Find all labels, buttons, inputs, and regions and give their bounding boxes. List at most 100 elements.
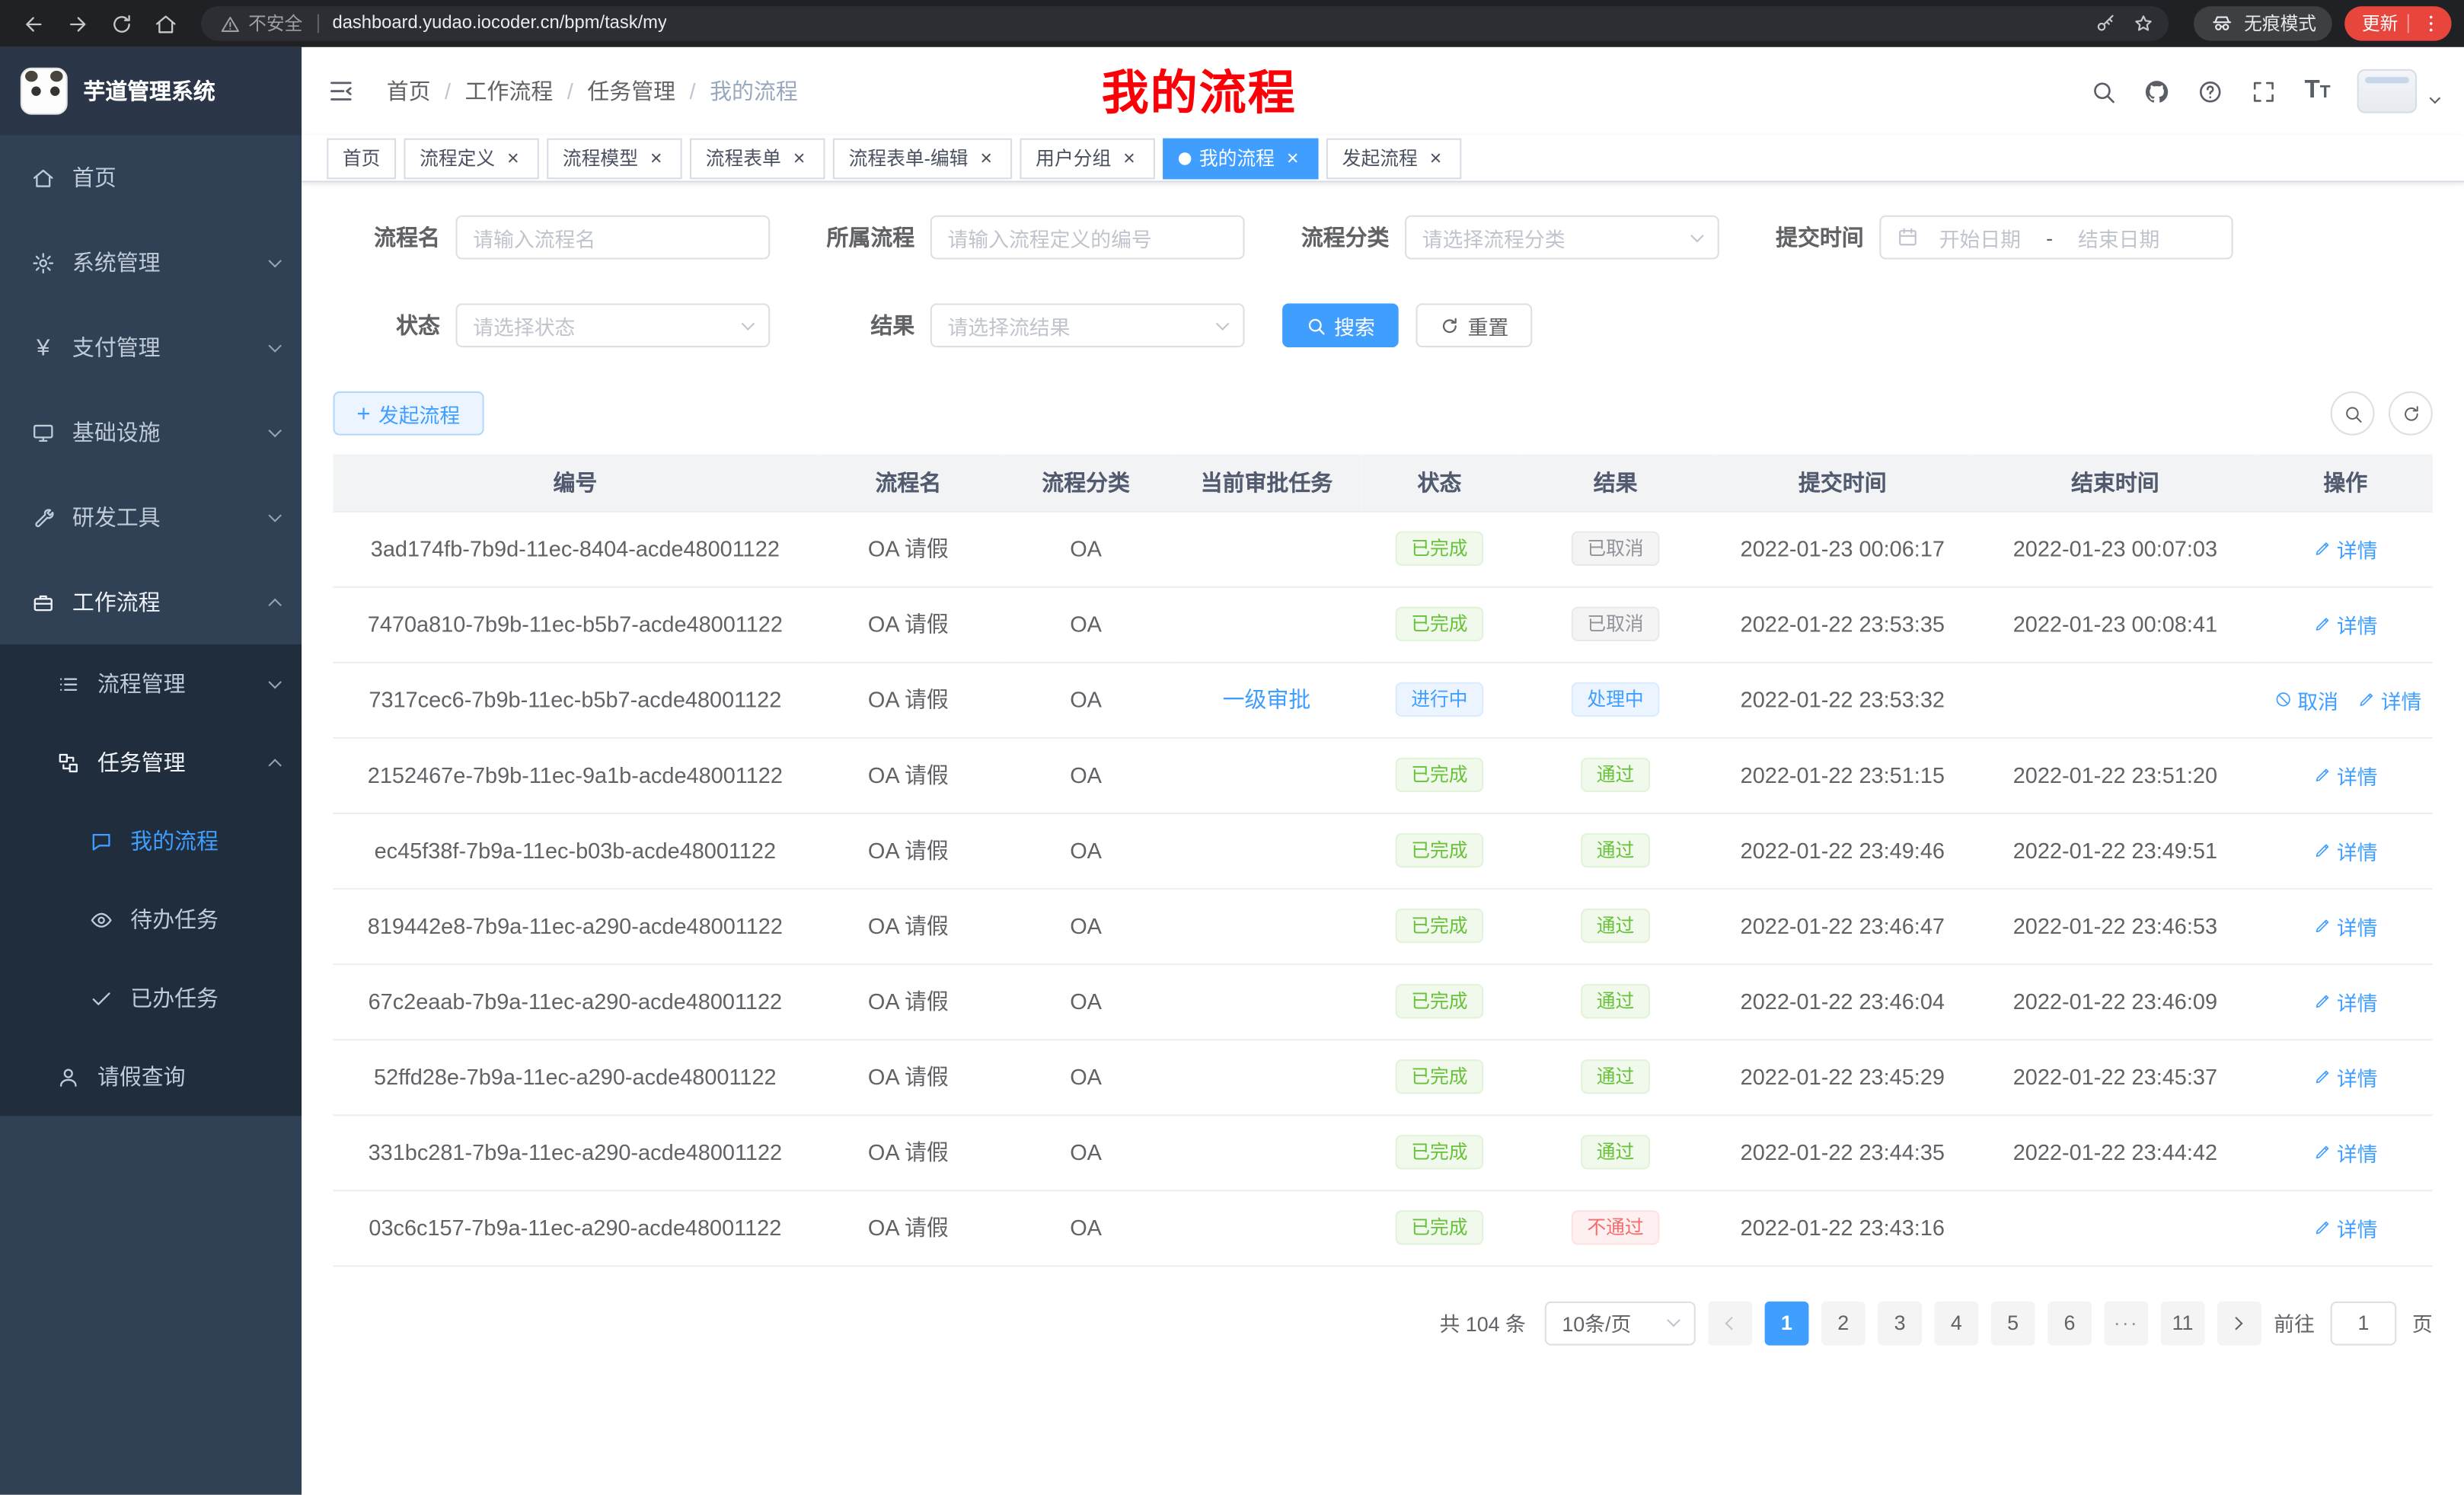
sidebar-item-基础设施[interactable]: 基础设施 — [0, 390, 302, 474]
address-bar[interactable]: 不安全 dashboard.yudao.iocoder.cn/bpm/task/… — [201, 6, 2169, 40]
close-icon[interactable]: × — [1119, 148, 1140, 168]
close-icon[interactable]: × — [503, 148, 523, 168]
page-size-select[interactable]: 10条/页 — [1545, 1301, 1696, 1345]
browser-menu-icon[interactable] — [2418, 5, 2443, 43]
browser-home-icon[interactable] — [145, 5, 186, 43]
incognito-badge[interactable]: 无痕模式 — [2194, 6, 2332, 40]
detail-link[interactable]: 详情 — [2313, 986, 2378, 1016]
cell-process-name: OA 请假 — [817, 586, 999, 662]
detail-link[interactable]: 详情 — [2357, 685, 2422, 714]
detail-link[interactable]: 详情 — [2313, 534, 2378, 564]
detail-link[interactable]: 详情 — [2313, 1212, 2378, 1242]
detail-link[interactable]: 详情 — [2313, 911, 2378, 941]
category-select[interactable]: 请选择流程分类 — [1405, 216, 1719, 260]
reset-button[interactable]: 重置 — [1416, 303, 1533, 347]
sidebar-toggle-icon[interactable] — [327, 77, 368, 105]
fullscreen-icon[interactable] — [2251, 78, 2277, 104]
sidebar-item-待办任务[interactable]: 待办任务 — [0, 880, 302, 959]
sidebar-item-研发工具[interactable]: 研发工具 — [0, 474, 302, 559]
close-icon[interactable]: × — [646, 148, 666, 168]
sidebar-item-首页[interactable]: 首页 — [0, 135, 302, 219]
page-button-3[interactable]: 3 — [1878, 1301, 1922, 1345]
page-button-11[interactable]: 11 — [2161, 1301, 2205, 1345]
status-tag: 已完成 — [1396, 984, 1484, 1018]
tab-流程表单[interactable]: 流程表单× — [690, 138, 825, 179]
close-icon[interactable]: × — [1425, 148, 1446, 168]
chat-icon — [88, 829, 115, 853]
process-table: 编号流程名流程分类当前审批任务状态结果提交时间结束时间操作 3ad174fb-7… — [334, 454, 2433, 1266]
result-select[interactable]: 请选择流结果 — [930, 303, 1245, 347]
password-key-icon[interactable] — [2087, 5, 2125, 43]
close-icon[interactable]: × — [1282, 148, 1303, 168]
help-icon[interactable] — [2197, 78, 2224, 104]
bookmark-star-icon[interactable] — [2124, 5, 2162, 43]
security-status[interactable]: 不安全 — [217, 5, 302, 43]
detail-link[interactable]: 详情 — [2313, 1137, 2378, 1167]
font-size-icon[interactable]: TT — [2305, 78, 2331, 104]
chevron-right-icon — [2230, 1316, 2244, 1330]
column-header-结束时间: 结束时间 — [1972, 454, 2258, 510]
next-page-button[interactable] — [2217, 1301, 2261, 1345]
tab-首页[interactable]: 首页 — [327, 138, 396, 179]
header-search-icon[interactable] — [2091, 78, 2118, 104]
submit-time-range-picker[interactable]: 开始日期 - 结束日期 — [1879, 216, 2233, 260]
cell-end-time: 2022-01-22 23:44:42 — [1972, 1114, 2258, 1190]
current-task-link[interactable]: 一级审批 — [1223, 687, 1311, 712]
page-button-2[interactable]: 2 — [1821, 1301, 1866, 1345]
prev-page-button[interactable] — [1708, 1301, 1752, 1345]
breadcrumb-item-home[interactable]: 首页 — [387, 75, 431, 107]
page-jump-input[interactable] — [2331, 1301, 2397, 1345]
process-id-input[interactable]: 请输入流程定义的编号 — [930, 216, 1245, 260]
sidebar-item-任务管理[interactable]: 任务管理 — [0, 723, 302, 801]
page-ellipsis[interactable]: ··· — [2104, 1301, 2148, 1345]
filter-label-process: 所属流程 — [808, 222, 914, 253]
sidebar-item-支付管理[interactable]: ¥支付管理 — [0, 305, 302, 389]
tab-流程定义[interactable]: 流程定义× — [404, 138, 539, 179]
status-select[interactable]: 请选择状态 — [456, 303, 771, 347]
app-logo[interactable]: 芋道管理系统 — [0, 47, 302, 136]
browser-forward-icon[interactable] — [56, 5, 97, 43]
browser-reload-icon[interactable] — [101, 5, 142, 43]
avatar[interactable] — [2357, 69, 2417, 113]
detail-link[interactable]: 详情 — [2313, 1062, 2378, 1091]
page-button-1[interactable]: 1 — [1765, 1301, 1809, 1345]
cell-category: OA — [1000, 888, 1173, 963]
breadcrumb-item-workflow[interactable]: 工作流程 — [465, 75, 554, 107]
cell-end-time: 2022-01-22 23:49:51 — [1972, 813, 2258, 888]
breadcrumb-item-current: 我的流程 — [710, 75, 798, 107]
detail-link[interactable]: 详情 — [2313, 609, 2378, 639]
browser-back-icon[interactable] — [13, 5, 54, 43]
cell-category: OA — [1000, 662, 1173, 737]
tab-流程表单-编辑[interactable]: 流程表单-编辑× — [833, 138, 1012, 179]
sidebar-item-流程管理[interactable]: 流程管理 — [0, 644, 302, 723]
omnibox-divider — [317, 14, 318, 34]
sidebar-item-工作流程[interactable]: 工作流程 — [0, 560, 302, 644]
search-button[interactable]: 搜索 — [1282, 303, 1399, 347]
cancel-link[interactable]: 取消 — [2274, 685, 2338, 714]
tab-用户分组[interactable]: 用户分组× — [1020, 138, 1156, 179]
page-button-5[interactable]: 5 — [1991, 1301, 2035, 1345]
toggle-search-button[interactable] — [2331, 391, 2375, 436]
sidebar-item-已办任务[interactable]: 已办任务 — [0, 959, 302, 1037]
page-button-4[interactable]: 4 — [1934, 1301, 1978, 1345]
update-button[interactable]: 更新 — [2344, 6, 2451, 40]
close-icon[interactable]: × — [976, 148, 997, 168]
avatar-caret-icon[interactable] — [2430, 92, 2441, 104]
sidebar-item-系统管理[interactable]: 系统管理 — [0, 220, 302, 305]
process-name-input[interactable]: 请输入流程名 — [456, 216, 771, 260]
create-process-button[interactable]: + 发起流程 — [334, 391, 484, 436]
breadcrumb-item-task[interactable]: 任务管理 — [587, 75, 675, 107]
result-tag: 已取消 — [1572, 607, 1660, 641]
sidebar-item-我的流程[interactable]: 我的流程 — [0, 802, 302, 880]
sidebar-item-请假查询[interactable]: 请假查询 — [0, 1037, 302, 1116]
status-tag: 已完成 — [1396, 607, 1484, 641]
tab-我的流程[interactable]: 我的流程× — [1163, 138, 1318, 179]
close-icon[interactable]: × — [789, 148, 809, 168]
tab-发起流程[interactable]: 发起流程× — [1326, 138, 1462, 179]
detail-link[interactable]: 详情 — [2313, 760, 2378, 790]
refresh-table-button[interactable] — [2389, 391, 2433, 436]
tab-流程模型[interactable]: 流程模型× — [547, 138, 682, 179]
page-button-6[interactable]: 6 — [2047, 1301, 2092, 1345]
detail-link[interactable]: 详情 — [2313, 835, 2378, 865]
github-icon[interactable] — [2144, 78, 2171, 104]
